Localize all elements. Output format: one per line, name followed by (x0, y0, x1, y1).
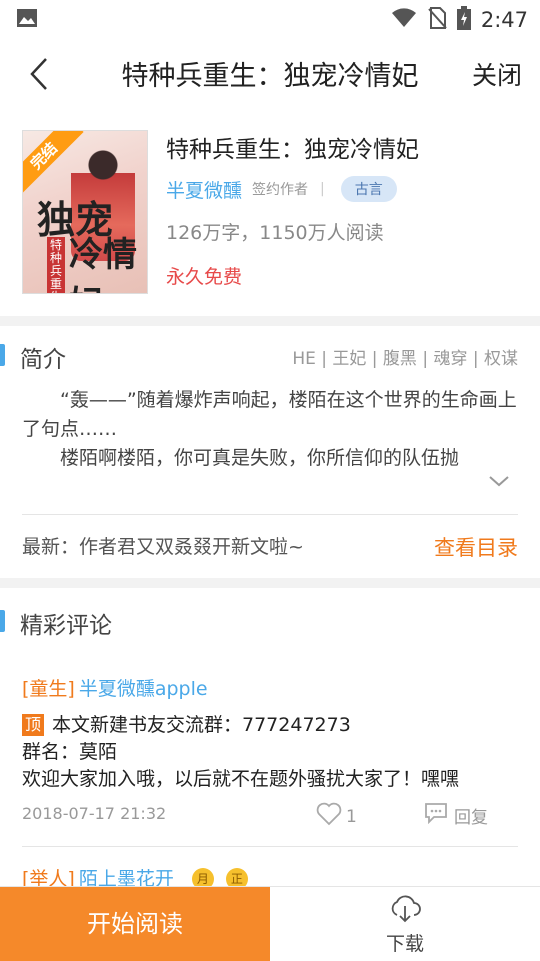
author-role: 签约作者 (252, 182, 309, 198)
like-count: 1 (346, 806, 357, 827)
cover-tag: 特种兵重生 (47, 237, 65, 293)
author-link[interactable]: 半夏微醺 (166, 176, 242, 203)
latest-update[interactable]: 最新：作者君又双叒叕开新文啦~ (22, 532, 304, 559)
book-info-card: 完结 独宠 冷情妃 特种兵重生 特种兵重生：独宠冷情妃 半夏微醺 签约作者 | … (0, 112, 540, 316)
page-title: 特种兵重生：独宠冷情妃 (121, 61, 419, 92)
reply-button[interactable]: 回复 (424, 802, 488, 829)
comment-body[interactable]: 顶本文新建书友交流群：777247273 群名：莫陌 欢迎大家加入哦，以后就不在… (22, 712, 518, 793)
intro-text[interactable]: “轰——”随着爆炸声响起，楼陌在这个世界的生命画上了句点…… 楼陌啊楼陌，你可真… (22, 386, 518, 473)
download-label: 下载 (385, 933, 424, 955)
status-bar: 2:47 (0, 0, 540, 36)
close-button[interactable]: 关闭 (472, 56, 522, 92)
comment-line-3: 欢迎大家加入哦，以后就不在题外骚扰大家了！嘿嘿 (22, 768, 460, 790)
cloud-download-icon (388, 895, 422, 923)
no-sim-icon (427, 7, 447, 33)
free-label: 永久免费 (166, 266, 243, 288)
start-reading-button[interactable]: 开始阅读 (0, 887, 270, 961)
like-button[interactable]: 1 (316, 802, 357, 831)
intro-paragraph-2: 楼陌啊楼陌，你可真是失败，你所信仰的队伍抛 (60, 447, 460, 469)
section-accent-bar (0, 344, 5, 366)
comment-line-1: 本文新建书友交流群：777247273 (52, 714, 351, 736)
divider (22, 846, 518, 847)
cover-title-2: 冷情妃 (69, 235, 137, 293)
user-level: [童生] (22, 678, 75, 700)
wifi-icon (391, 8, 417, 32)
comment-time: 2018-07-17 21:32 (22, 804, 167, 823)
comment-bubble-icon (424, 802, 448, 829)
download-button[interactable]: 下载 (270, 887, 540, 961)
intro-heading: 简介 (20, 347, 66, 373)
image-notification-icon (16, 8, 38, 32)
section-gap (0, 316, 540, 326)
status-time: 2:47 (480, 8, 528, 32)
section-accent-bar (0, 610, 5, 632)
comments-heading: 精彩评论 (20, 613, 112, 639)
user-name[interactable]: 半夏微醺apple (79, 678, 208, 700)
book-tags: HE | 王妃 | 腹黑 | 魂穿 | 权谋 (292, 349, 518, 369)
top-nav-bar: 特种兵重生：独宠冷情妃 关闭 (0, 36, 540, 112)
book-meta: 半夏微醺 签约作者 | 古言 (166, 174, 397, 204)
intro-header: 简介 HE | 王妃 | 腹黑 | 魂穿 | 权谋 (0, 336, 540, 376)
comment-line-2: 群名：莫陌 (22, 741, 118, 763)
chevron-down-icon[interactable] (488, 470, 510, 492)
comment-user[interactable]: [童生] 半夏微醺apple (22, 674, 208, 701)
book-cover[interactable]: 完结 独宠 冷情妃 特种兵重生 (22, 130, 148, 294)
intro-paragraph-1: “轰——”随着爆炸声响起，楼陌在这个世界的生命画上了句点…… (22, 389, 517, 440)
heart-icon (316, 802, 342, 831)
meta-separator: | (320, 181, 325, 197)
book-title: 特种兵重生：独宠冷情妃 (166, 137, 419, 163)
word-read-count: 126万字，1150万人阅读 (166, 222, 384, 244)
battery-icon (456, 6, 471, 34)
divider (22, 514, 518, 515)
section-gap (0, 578, 540, 588)
bottom-action-bar: 开始阅读 下载 (0, 886, 540, 961)
comments-header: 精彩评论 (0, 602, 540, 642)
reply-label: 回复 (454, 808, 488, 828)
pinned-badge: 顶 (22, 714, 44, 736)
view-toc-link[interactable]: 查看目录 (434, 532, 518, 562)
genre-badge[interactable]: 古言 (340, 176, 397, 202)
